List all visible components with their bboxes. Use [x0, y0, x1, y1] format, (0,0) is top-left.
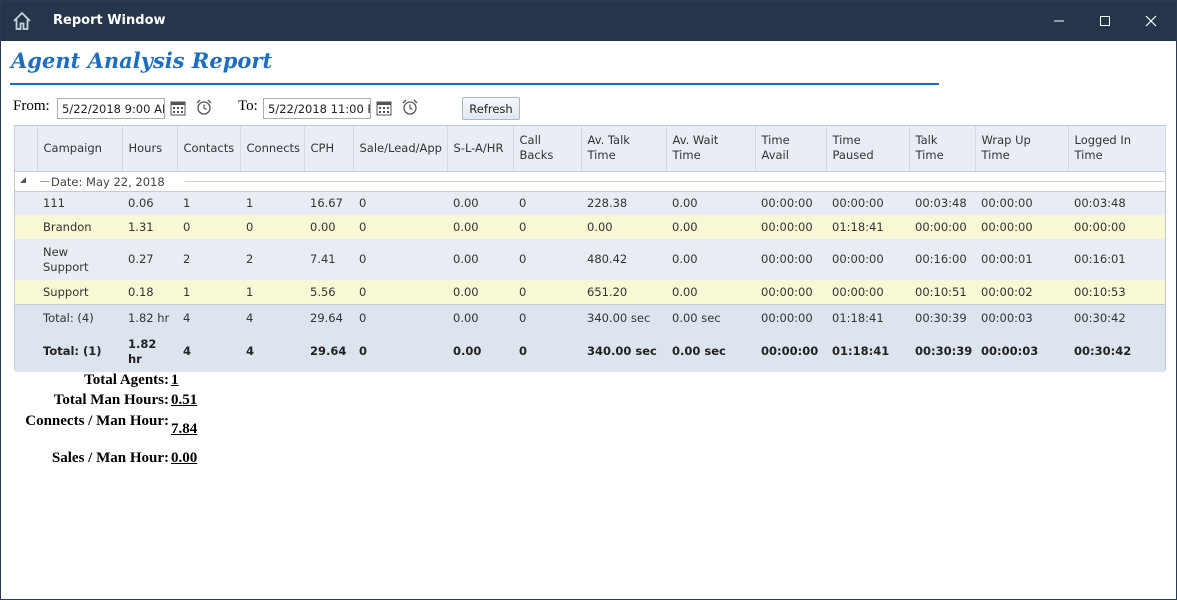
table-row[interactable]: 111 0.06 1 1 16.67 0 0.00 0 228.38 0.00 … — [15, 191, 1165, 215]
column-header-logged-in-time[interactable]: Logged In Time — [1068, 126, 1166, 172]
calendar-icon[interactable] — [375, 99, 393, 117]
home-icon[interactable] — [11, 10, 33, 32]
header-row: Campaign Hours Contacts Connects CPH Sal… — [15, 126, 1166, 172]
total-man-hours-value: 0.51 — [171, 392, 198, 408]
alarm-clock-icon[interactable] — [401, 98, 419, 116]
connects-per-man-hour-label: Connects / Man Hour: — [25, 413, 169, 429]
maximize-button[interactable] — [1082, 1, 1128, 41]
column-header-time-avail[interactable]: Time Avail — [755, 126, 827, 172]
total-agents-label: Total Agents: — [84, 372, 169, 388]
column-header-wrap-up-time[interactable]: Wrap Up Time — [975, 126, 1069, 172]
connects-per-man-hour-value: 7.84 — [171, 421, 198, 437]
column-header-cph[interactable]: CPH — [304, 126, 354, 172]
title-divider — [10, 83, 939, 85]
column-header-campaign[interactable]: Campaign — [37, 126, 123, 172]
to-date-input[interactable]: 5/22/2018 11:00 PM — [263, 98, 371, 119]
minimize-icon — [1054, 20, 1064, 22]
total-man-hours-label: Total Man Hours: — [53, 392, 169, 408]
group-label: Date: May 22, 2018 — [51, 174, 165, 189]
from-label: From: — [13, 98, 50, 114]
column-header-time-paused[interactable]: Time Paused — [826, 126, 910, 172]
window-title: Report Window — [53, 13, 166, 28]
calendar-icon[interactable] — [169, 99, 187, 117]
sales-per-man-hour-value: 0.00 — [171, 450, 198, 466]
column-header-call-backs[interactable]: Call Backs — [513, 126, 582, 172]
report-grid: Campaign Hours Contacts Connects CPH Sal… — [14, 125, 1166, 372]
minimize-button[interactable] — [1036, 1, 1082, 41]
group-total-row: Total: (4) 1.82 hr 4 4 29.64 0 0.00 0 34… — [15, 303, 1165, 331]
column-header-talk-time[interactable]: Talk Time — [909, 126, 976, 172]
collapse-triangle-icon[interactable] — [20, 176, 26, 183]
close-icon — [1145, 15, 1157, 27]
total-agents-value: 1 — [171, 372, 179, 388]
to-label: To: — [238, 98, 258, 114]
column-header-hours[interactable]: Hours — [122, 126, 178, 172]
grand-total-row: Total: (1) 1.82 hr 4 4 29.64 0 0.00 0 34… — [15, 331, 1165, 372]
refresh-button[interactable]: Refresh — [462, 97, 520, 120]
column-header-avg-talk-time[interactable]: Av. Talk Time — [581, 126, 667, 172]
title-bar[interactable]: Report Window — [1, 1, 1176, 41]
from-date-input[interactable]: 5/22/2018 9:00 AM — [57, 98, 165, 119]
report-window: Report Window Agent Analysis Report From… — [0, 0, 1177, 600]
column-header-sla-hr[interactable]: S-L-A/HR — [447, 126, 514, 172]
column-header-sale-lead-app[interactable]: Sale/Lead/App — [353, 126, 448, 172]
table-row[interactable]: Brandon 1.31 0 0 0.00 0 0.00 0 0.00 0.00… — [15, 215, 1165, 239]
column-header-connects[interactable]: Connects — [240, 126, 305, 172]
column-header-indent — [15, 126, 38, 172]
column-header-avg-wait-time[interactable]: Av. Wait Time — [666, 126, 756, 172]
report-title: Agent Analysis Report — [11, 48, 273, 73]
table-row[interactable]: New Support 0.27 2 2 7.41 0 0.00 0 480.4… — [15, 239, 1165, 280]
column-header-contacts[interactable]: Contacts — [177, 126, 241, 172]
maximize-icon — [1100, 16, 1110, 26]
sales-per-man-hour-label: Sales / Man Hour: — [51, 450, 169, 466]
close-button[interactable] — [1128, 1, 1174, 41]
report-table: Campaign Hours Contacts Connects CPH Sal… — [15, 126, 1166, 372]
table-row[interactable]: Support 0.18 1 1 5.56 0 0.00 0 651.20 0.… — [15, 280, 1165, 304]
alarm-clock-icon[interactable] — [195, 98, 213, 116]
group-row[interactable]: Date: May 22, 2018 — [15, 171, 1165, 192]
